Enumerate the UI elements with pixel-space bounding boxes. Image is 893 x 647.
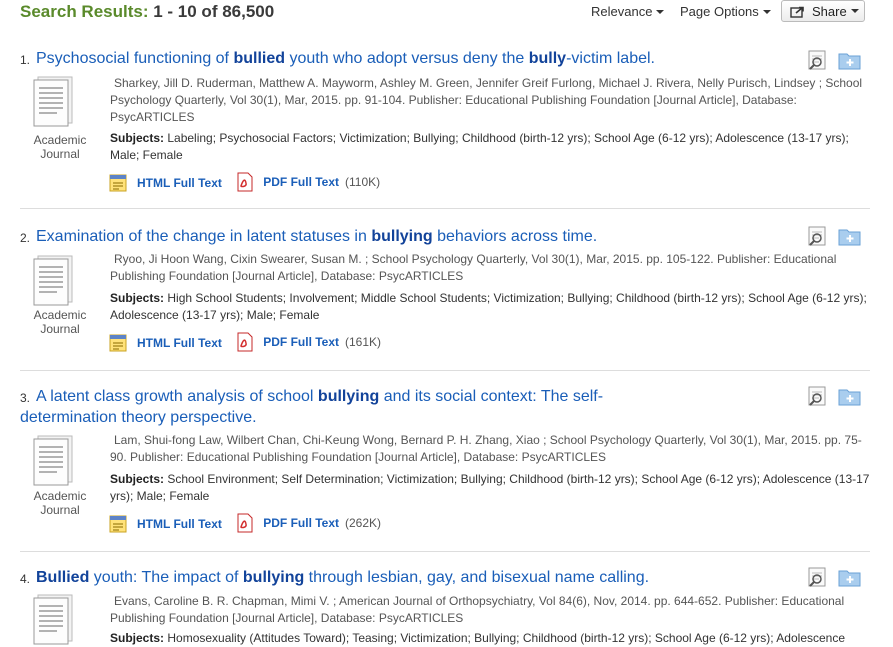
- result-citation: Sharkey, Jill D. Ruderman, Matthew A. Ma…: [110, 76, 863, 124]
- html-full-text-link[interactable]: HTML Full Text: [109, 174, 222, 192]
- results-range: 1 - 10 of 86,500: [153, 2, 275, 21]
- share-icon: [790, 6, 804, 18]
- html-document-icon: [109, 334, 127, 352]
- result-actions: [807, 50, 861, 75]
- share-label: Share: [812, 3, 847, 19]
- fulltext-links: HTML Full Text PDF Full Text (161K): [109, 332, 391, 354]
- result-citation: Lam, Shui-fong Law, Wilbert Chan, Chi-Ke…: [110, 433, 862, 464]
- pdf-full-text-link[interactable]: PDF Full Text (262K): [235, 513, 381, 533]
- result-subjects: Subjects: Homosexuality (Attitudes Towar…: [110, 631, 846, 645]
- chevron-down-icon: [656, 10, 665, 14]
- result-number: 2.: [20, 231, 31, 245]
- pdf-icon: [237, 332, 253, 352]
- chevron-down-icon: [762, 10, 771, 14]
- result-number: 1.: [20, 53, 31, 67]
- add-to-folder-icon[interactable]: [838, 386, 862, 411]
- share-button[interactable]: Share: [781, 0, 865, 22]
- add-to-folder-icon[interactable]: [838, 50, 862, 75]
- result-subjects: Subjects: Labeling; Psychosocial Factors…: [110, 131, 849, 162]
- fulltext-links: HTML Full Text PDF Full Text (262K): [109, 513, 391, 535]
- result-divider: [20, 208, 870, 209]
- result-title-link[interactable]: Bullied youth: The impact of bullying th…: [36, 567, 736, 588]
- add-to-folder-icon[interactable]: [838, 226, 862, 251]
- html-document-icon: [109, 515, 127, 533]
- result-title-link[interactable]: A latent class growth analysis of school…: [20, 386, 660, 428]
- page-options-dropdown[interactable]: Page Options: [680, 4, 771, 19]
- chevron-down-icon: [850, 9, 859, 13]
- preview-magnifier-icon[interactable]: [807, 567, 829, 592]
- preview-magnifier-icon[interactable]: [807, 226, 829, 251]
- results-toolbar: Search Results: 1 - 10 of 86,500 Relevan…: [0, 0, 893, 26]
- result-actions: [807, 226, 861, 251]
- publication-type-label: Academic Journal: [33, 133, 87, 161]
- academic-journal-icon: [33, 594, 73, 645]
- preview-magnifier-icon[interactable]: [807, 386, 829, 411]
- pdf-icon: [237, 172, 253, 192]
- publication-type-label: Academic Journal: [33, 308, 87, 336]
- result-citation: Evans, Caroline B. R. Chapman, Mimi V. ;…: [110, 594, 845, 625]
- preview-magnifier-icon[interactable]: [807, 50, 829, 75]
- result-subjects: Subjects: High School Students; Involvem…: [110, 291, 867, 322]
- result-divider: [20, 370, 870, 371]
- academic-journal-icon: [33, 255, 73, 306]
- add-to-folder-icon[interactable]: [838, 567, 862, 592]
- result-citation: Ryoo, Ji Hoon Wang, Cixin Swearer, Susan…: [110, 252, 837, 283]
- html-full-text-link[interactable]: HTML Full Text: [109, 515, 222, 533]
- page-options-label: Page Options: [680, 4, 759, 19]
- pdf-icon: [237, 513, 253, 533]
- results-heading: Search Results: 1 - 10 of 86,500: [20, 2, 274, 22]
- result-divider: [20, 551, 870, 552]
- academic-journal-icon: [33, 435, 73, 486]
- result-actions: [807, 386, 861, 411]
- result-subjects: Subjects: School Environment; Self Deter…: [110, 472, 870, 503]
- pdf-full-text-link[interactable]: PDF Full Text (110K): [235, 172, 380, 192]
- pdf-full-text-link[interactable]: PDF Full Text (161K): [235, 332, 381, 352]
- result-actions: [807, 567, 861, 592]
- relevance-label: Relevance: [591, 4, 653, 19]
- result-title-link[interactable]: Psychosocial functioning of bullied yout…: [36, 48, 736, 69]
- result-number: 4.: [20, 572, 31, 586]
- html-document-icon: [109, 174, 127, 192]
- results-label: Search Results:: [20, 2, 149, 21]
- publication-type-label: Academic Journal: [33, 489, 87, 517]
- fulltext-links: HTML Full Text PDF Full Text (110K): [109, 172, 390, 194]
- html-full-text-link[interactable]: HTML Full Text: [109, 334, 222, 352]
- academic-journal-icon: [33, 76, 73, 127]
- result-title-link[interactable]: Examination of the change in latent stat…: [36, 226, 736, 247]
- relevance-sort-dropdown[interactable]: Relevance: [591, 4, 665, 19]
